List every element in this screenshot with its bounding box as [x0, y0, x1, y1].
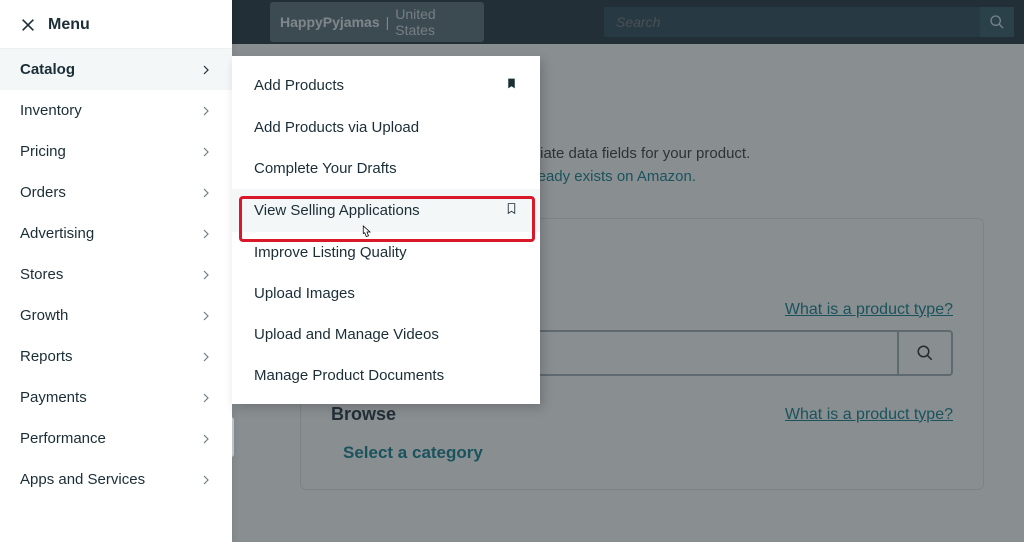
submenu-add-products-upload[interactable]: Add Products via Upload — [232, 107, 540, 148]
sidebar-item-label: Catalog — [20, 61, 75, 78]
product-type-search-button[interactable] — [897, 332, 951, 374]
product-type-help-link[interactable]: What is a product type? — [785, 301, 953, 319]
sidebar-item-performance[interactable]: Performance — [0, 418, 232, 459]
chevron-right-icon — [200, 433, 212, 445]
submenu-item-label: Upload Images — [254, 285, 355, 302]
submenu-item-label: Add Products — [254, 77, 344, 94]
sidebar-item-catalog[interactable]: Catalog — [0, 49, 232, 90]
menu-close[interactable]: Menu — [0, 0, 232, 49]
sidebar-item-label: Apps and Services — [20, 471, 145, 488]
browse-label: Browse — [331, 404, 396, 425]
close-icon — [20, 17, 36, 33]
sidebar-item-label: Stores — [20, 266, 63, 283]
chevron-right-icon — [200, 310, 212, 322]
sidebar-item-growth[interactable]: Growth — [0, 295, 232, 336]
submenu-complete-drafts[interactable]: Complete Your Drafts — [232, 148, 540, 189]
sidebar-item-label: Growth — [20, 307, 68, 324]
sidebar-item-orders[interactable]: Orders — [0, 172, 232, 213]
global-search[interactable] — [604, 7, 1014, 37]
sidebar-item-label: Advertising — [20, 225, 94, 242]
submenu-improve-listing-quality[interactable]: Improve Listing Quality — [232, 232, 540, 273]
bookmark-icon — [505, 76, 518, 95]
submenu-item-label: Add Products via Upload — [254, 119, 419, 136]
sidebar-item-label: Pricing — [20, 143, 66, 160]
sidebar: Menu Catalog Inventory Pricing Orders Ad… — [0, 0, 232, 542]
submenu-view-selling-applications[interactable]: View Selling Applications — [232, 189, 540, 232]
sidebar-item-label: Orders — [20, 184, 66, 201]
store-name: HappyPyjamas — [280, 14, 380, 30]
chevron-right-icon — [200, 228, 212, 240]
sidebar-item-label: Payments — [20, 389, 87, 406]
search-input[interactable] — [604, 14, 980, 30]
catalog-submenu: Add Products Add Products via Upload Com… — [232, 56, 540, 404]
search-icon — [989, 14, 1005, 30]
submenu-item-label: View Selling Applications — [254, 202, 420, 219]
bookmark-outline-icon — [505, 201, 518, 220]
store-switcher[interactable]: HappyPyjamas | United States — [270, 2, 484, 42]
submenu-upload-manage-videos[interactable]: Upload and Manage Videos — [232, 314, 540, 355]
submenu-item-label: Manage Product Documents — [254, 367, 444, 384]
sidebar-item-label: Performance — [20, 430, 106, 447]
chevron-right-icon — [200, 146, 212, 158]
sidebar-item-pricing[interactable]: Pricing — [0, 131, 232, 172]
submenu-manage-product-documents[interactable]: Manage Product Documents — [232, 355, 540, 396]
sidebar-item-stores[interactable]: Stores — [0, 254, 232, 295]
store-region: United States — [395, 6, 474, 38]
submenu-item-label: Upload and Manage Videos — [254, 326, 439, 343]
mouse-cursor — [358, 224, 376, 246]
sidebar-item-payments[interactable]: Payments — [0, 377, 232, 418]
sidebar-item-label: Reports — [20, 348, 73, 365]
sidebar-item-advertising[interactable]: Advertising — [0, 213, 232, 254]
chevron-right-icon — [200, 105, 212, 117]
submenu-item-label: Improve Listing Quality — [254, 244, 407, 261]
sidebar-item-reports[interactable]: Reports — [0, 336, 232, 377]
submenu-upload-images[interactable]: Upload Images — [232, 273, 540, 314]
submenu-add-products[interactable]: Add Products — [232, 64, 540, 107]
sidebar-item-apps-services[interactable]: Apps and Services — [0, 459, 232, 500]
chevron-right-icon — [200, 187, 212, 199]
sidebar-item-inventory[interactable]: Inventory — [0, 90, 232, 131]
chevron-right-icon — [200, 269, 212, 281]
chevron-right-icon — [200, 392, 212, 404]
product-type-help-link-2[interactable]: What is a product type? — [785, 406, 953, 424]
chevron-right-icon — [200, 351, 212, 363]
select-category-link[interactable]: Select a category — [331, 443, 953, 463]
chevron-right-icon — [200, 64, 212, 76]
menu-label: Menu — [48, 16, 90, 34]
submenu-item-label: Complete Your Drafts — [254, 160, 397, 177]
search-icon — [916, 344, 934, 362]
chevron-right-icon — [200, 474, 212, 486]
sidebar-item-label: Inventory — [20, 102, 82, 119]
search-button[interactable] — [980, 7, 1014, 37]
